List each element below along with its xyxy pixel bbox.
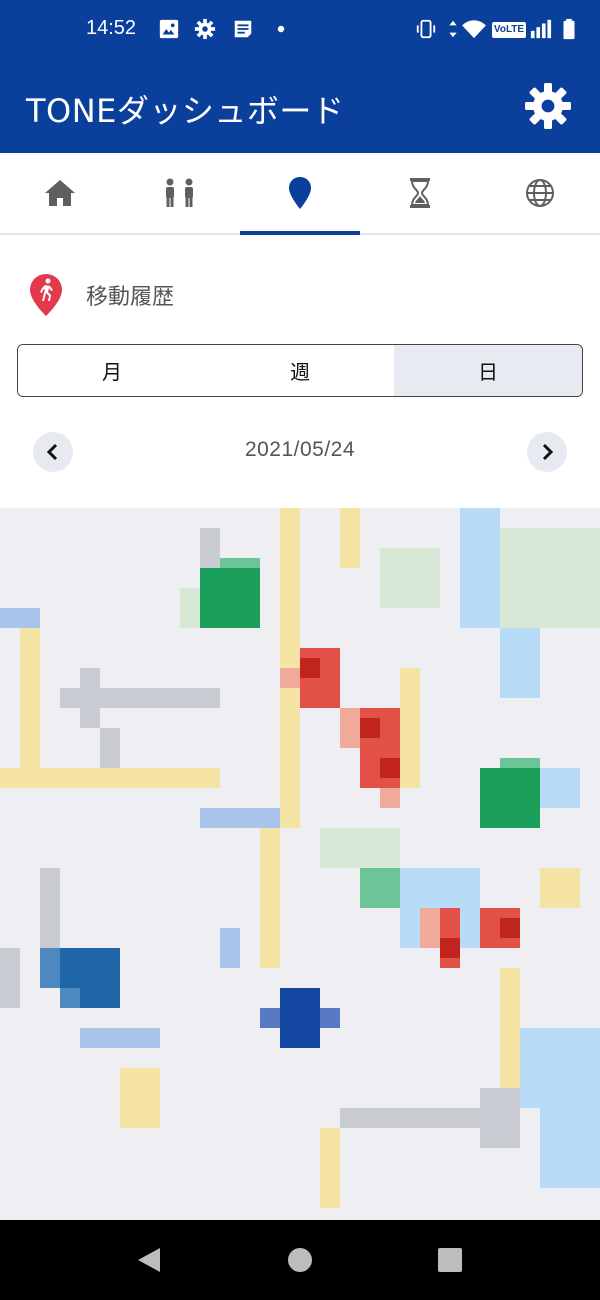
map-icon [0, 508, 600, 1220]
app-title: TONEダッシュボード [26, 92, 345, 130]
gear-icon [194, 18, 216, 40]
section-header: 移動履歴 [28, 272, 174, 318]
next-date-button[interactable] [527, 432, 567, 472]
period-selector: 月 週 日 [17, 344, 583, 397]
tab-time[interactable] [360, 153, 480, 233]
settings-gear-icon[interactable] [524, 82, 572, 130]
signal-icon [530, 19, 552, 39]
hourglass-icon [410, 178, 430, 208]
volte-icon: VoLTE [492, 22, 526, 38]
status-time: 14:52 [86, 17, 137, 39]
location-pin-icon [289, 177, 311, 209]
period-day-button[interactable]: 日 [394, 345, 582, 396]
date-navigator: 2021/05/24 [0, 428, 600, 474]
status-bar: 14:52 VoLTE [0, 0, 600, 58]
tab-bar [0, 153, 600, 235]
dot-icon [277, 25, 285, 33]
globe-icon [526, 179, 554, 207]
location-history-map[interactable] [0, 508, 600, 1220]
prev-date-button[interactable] [33, 432, 73, 472]
vibrate-icon [416, 19, 436, 39]
wifi-icon [462, 20, 486, 39]
app-bar: TONEダッシュボード [0, 58, 600, 153]
news-icon [234, 20, 252, 38]
tab-family[interactable] [120, 153, 240, 233]
home-circle-icon[interactable] [287, 1247, 313, 1273]
period-month-button[interactable]: 月 [18, 345, 206, 396]
home-icon [45, 180, 75, 206]
people-icon [166, 178, 193, 207]
walking-pin-icon [30, 274, 62, 316]
chevron-left-icon [46, 443, 58, 461]
back-icon[interactable] [136, 1246, 162, 1274]
tab-web[interactable] [480, 153, 600, 233]
image-icon [159, 19, 179, 39]
recents-icon[interactable] [437, 1247, 463, 1273]
tab-home[interactable] [0, 153, 120, 233]
current-date: 2021/05/24 [244, 438, 356, 461]
battery-icon [563, 18, 575, 40]
period-week-button[interactable]: 週 [206, 345, 394, 396]
system-nav-bar [0, 1220, 600, 1300]
section-title: 移動履歴 [86, 285, 175, 310]
tab-location[interactable] [240, 153, 360, 235]
chevron-right-icon [542, 443, 554, 461]
data-arrows-icon [449, 20, 457, 38]
